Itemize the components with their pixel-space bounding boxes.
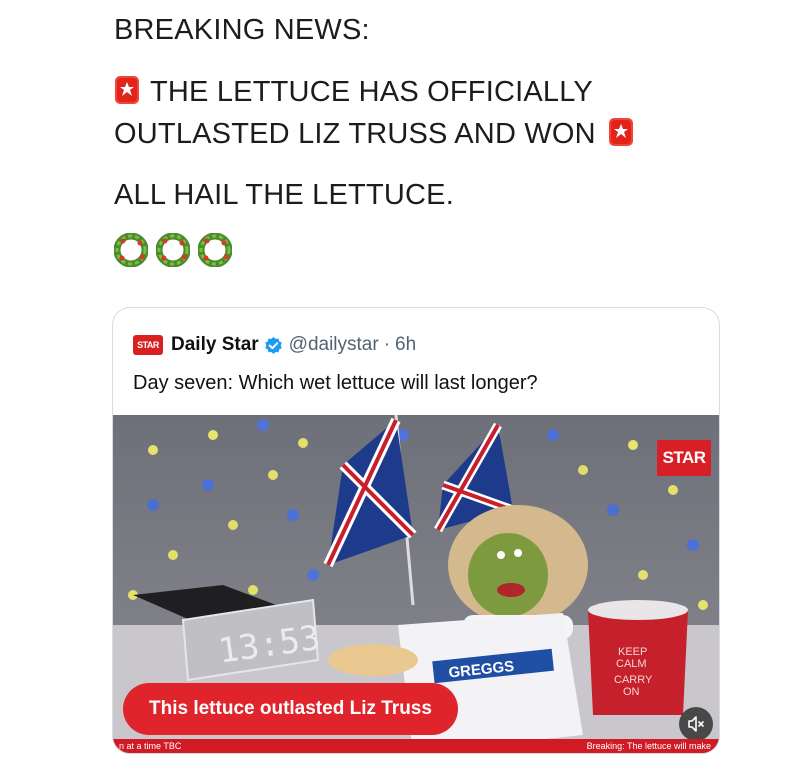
post-line-3: OUTLASTED LIZ TRUSS AND WON (114, 114, 634, 154)
post-line-1: BREAKING NEWS: (114, 14, 370, 46)
tweet-timestamp[interactable]: 6h (395, 334, 416, 356)
siren-icon (608, 118, 633, 146)
verified-badge-icon (264, 336, 282, 354)
keep-calm-mug: KEEP CALM CARRY ON (588, 600, 688, 715)
post-line-2-text: THE LETTUCE HAS OFFICIALLY (150, 76, 593, 108)
mute-button[interactable] (679, 707, 713, 741)
account-name[interactable]: Daily Star (171, 334, 259, 356)
star-lights (128, 419, 708, 610)
mug-line-3: CARRY (614, 674, 653, 686)
mug-line-2: CALM (616, 658, 647, 670)
post-line-2: THE LETTUCE HAS OFFICIALLY (114, 72, 593, 112)
ticker-right-text: Breaking: The lettuce will make (586, 741, 711, 751)
wreath-emoji-row (114, 233, 232, 267)
wreath-icon (156, 233, 190, 267)
ticker-left-text: n at a time TBC (119, 741, 182, 751)
quoted-tweet-card[interactable]: STAR Daily Star @dailystar · 6h Day seve… (112, 307, 720, 754)
post-line-4: ALL HAIL THE LETTUCE. (114, 179, 454, 211)
video-caption: This lettuce outlasted Liz Truss (123, 683, 458, 735)
account-handle[interactable]: @dailystar (289, 334, 379, 356)
siren-icon (115, 76, 139, 104)
mug-line-1: KEEP (618, 646, 647, 658)
daily-star-badge: STAR (657, 440, 711, 476)
quoted-tweet-header: STAR Daily Star @dailystar · 6h (133, 333, 416, 357)
wreath-icon (114, 233, 148, 267)
quoted-tweet-text: Day seven: Which wet lettuce will last l… (133, 372, 538, 394)
news-ticker: n at a time TBC Breaking: The lettuce wi… (113, 739, 719, 753)
account-avatar[interactable]: STAR (133, 335, 163, 355)
video-player[interactable]: 13:53 GREGGS KEEP CALM CARRY ON STAR Thi… (113, 415, 719, 753)
mug-line-4: ON (623, 686, 640, 698)
post-line-3-text: OUTLASTED LIZ TRUSS AND WON (114, 118, 596, 150)
wreath-icon (198, 233, 232, 267)
speaker-muted-icon (688, 716, 704, 732)
separator-dot: · (383, 334, 391, 355)
